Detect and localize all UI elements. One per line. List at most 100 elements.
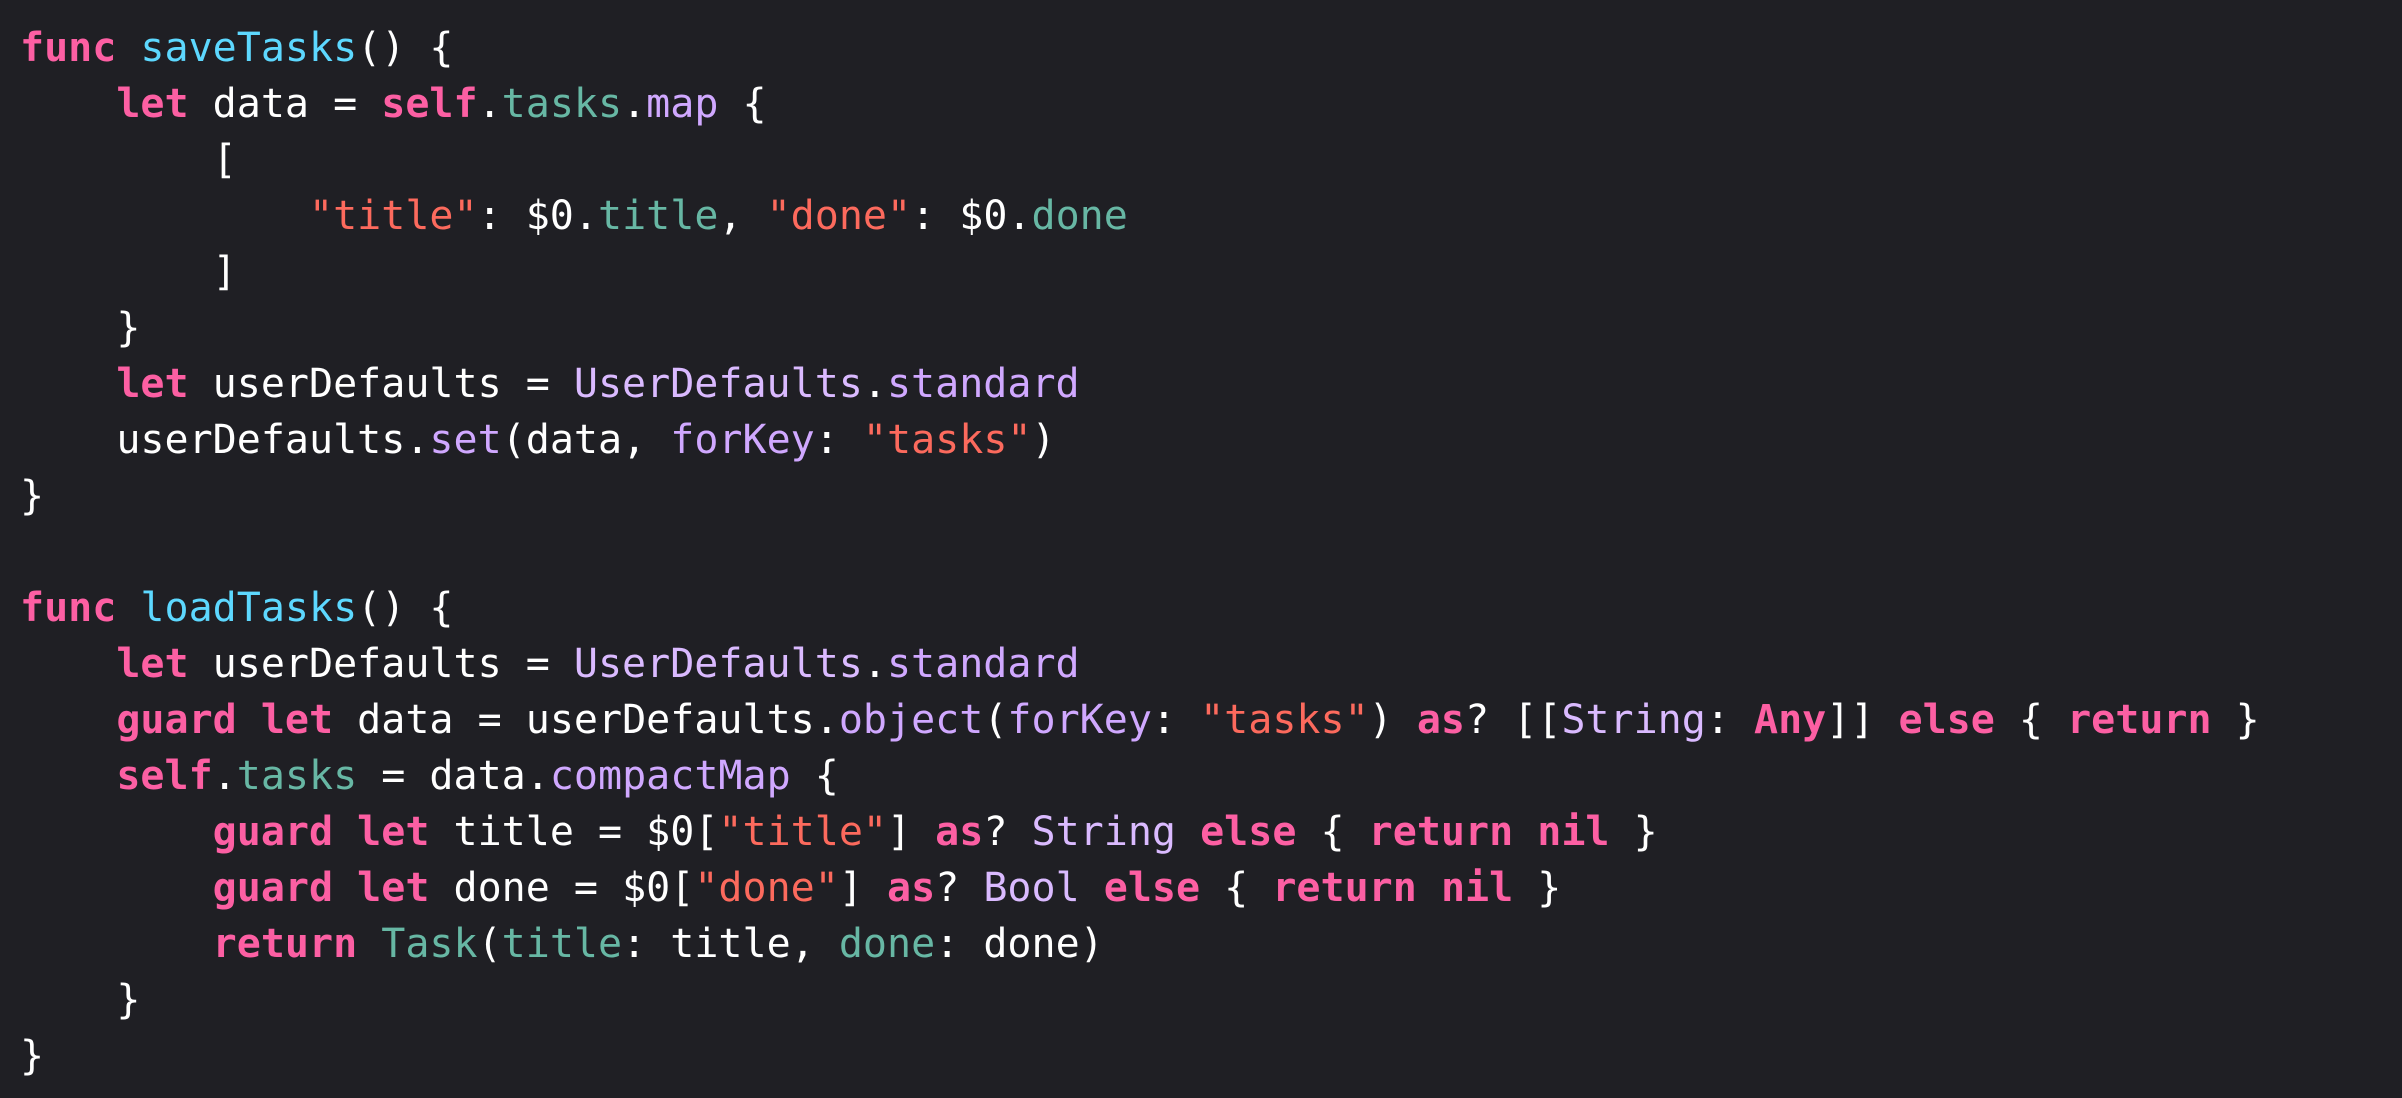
keyword-token: let <box>116 361 189 407</box>
code-text: ? [[ <box>1465 697 1562 743</box>
string-literal-token: "title" <box>308 193 478 239</box>
code-text: : done) <box>935 921 1104 967</box>
method-token: compactMap <box>549 753 791 799</box>
code-text: } <box>1513 865 1562 911</box>
code-line[interactable]: let data = self.tasks.map { <box>20 76 2402 132</box>
code-line[interactable]: let userDefaults = UserDefaults.standard <box>20 356 2402 412</box>
method-token: forKey <box>1007 697 1152 743</box>
type-name-token: UserDefaults <box>573 641 863 687</box>
method-token: map <box>646 81 719 127</box>
keyword-token: let <box>116 81 189 127</box>
code-line[interactable]: func saveTasks() { <box>20 20 2402 76</box>
code-line[interactable]: } <box>20 300 2402 356</box>
code-line[interactable]: } <box>20 972 2402 1028</box>
property-token: Task <box>381 921 478 967</box>
keyword-token: func <box>20 25 117 71</box>
code-text: : <box>1705 697 1755 743</box>
code-text: . <box>477 81 502 127</box>
code-text: () { <box>357 25 454 71</box>
keyword-token: else <box>1103 865 1201 911</box>
code-text: ( <box>983 697 1008 743</box>
code-line[interactable]: let userDefaults = UserDefaults.standard <box>20 636 2402 692</box>
code-line[interactable]: return Task(title: title, done: done) <box>20 916 2402 972</box>
code-line[interactable]: userDefaults.set(data, forKey: "tasks") <box>20 412 2402 468</box>
code-text: } <box>20 473 45 519</box>
method-token: object <box>838 697 984 743</box>
code-text: : title, <box>622 921 839 967</box>
code-line[interactable]: guard let done = $0["done"] as? Bool els… <box>20 860 2402 916</box>
code-text: { <box>1200 865 1273 911</box>
property-token: done <box>1031 193 1128 239</box>
code-block[interactable]: func saveTasks() { let data = self.tasks… <box>20 20 2402 1084</box>
code-text: done = $0[ <box>429 865 695 911</box>
string-literal-token: "done" <box>694 865 839 911</box>
code-text: title = $0[ <box>429 809 719 855</box>
code-line[interactable]: guard let data = userDefaults.object(for… <box>20 692 2402 748</box>
code-text: , <box>718 193 767 239</box>
property-token: tasks <box>501 81 623 127</box>
code-text: . <box>212 753 237 799</box>
type-name-token: String <box>1561 697 1706 743</box>
code-line[interactable]: self.tasks = data.compactMap { <box>20 748 2402 804</box>
keyword-token: return <box>2067 697 2212 743</box>
code-text: ]] <box>1826 697 1899 743</box>
keyword-token: guard <box>212 865 334 911</box>
property-token: done <box>838 921 936 967</box>
code-text: userDefaults = <box>188 641 574 687</box>
method-token: standard <box>886 641 1080 687</box>
code-text: . <box>862 641 887 687</box>
code-line[interactable]: "title": $0.title, "done": $0.done <box>20 188 2402 244</box>
string-literal-token: "tasks" <box>1200 697 1369 743</box>
code-text: () { <box>357 585 454 631</box>
code-line[interactable]: guard let title = $0["title"] as? String… <box>20 804 2402 860</box>
code-text: } <box>20 977 141 1023</box>
code-text: data = <box>188 81 382 127</box>
code-line[interactable]: [ <box>20 132 2402 188</box>
code-text: { <box>718 81 767 127</box>
code-line[interactable]: } <box>20 1028 2402 1084</box>
string-literal-token: "title" <box>718 809 887 855</box>
code-text: : $0. <box>477 193 598 239</box>
code-text: { <box>790 753 839 799</box>
code-line[interactable]: func loadTasks() { <box>20 580 2402 636</box>
code-text: { <box>1296 809 1369 855</box>
keyword-token: as <box>887 865 936 911</box>
code-text: ? <box>935 865 984 911</box>
code-text: } <box>2211 697 2260 743</box>
method-token: set <box>429 417 502 463</box>
code-text: : <box>1151 697 1201 743</box>
function-name-token: saveTasks <box>140 25 358 71</box>
code-line[interactable] <box>20 524 2402 580</box>
type-name-token: Bool <box>983 865 1080 911</box>
code-text: ) <box>1031 417 1056 463</box>
type-name-token: String <box>1031 809 1177 855</box>
code-text: : $0. <box>911 193 1032 239</box>
code-text: = data. <box>357 753 550 799</box>
keyword-token: let <box>260 697 334 743</box>
string-literal-token: "done" <box>766 193 912 239</box>
keyword-token: self <box>381 81 478 127</box>
code-line[interactable]: } <box>20 468 2402 524</box>
code-line[interactable]: ] <box>20 244 2402 300</box>
keyword-token: let <box>357 865 430 911</box>
code-text: . <box>862 361 887 407</box>
code-text: data = userDefaults. <box>333 697 839 743</box>
code-editor[interactable]: func saveTasks() { let data = self.tasks… <box>0 0 2402 1098</box>
code-text: [ <box>20 137 237 183</box>
keyword-token: as <box>1416 697 1466 743</box>
keyword-token: else <box>1200 809 1297 855</box>
